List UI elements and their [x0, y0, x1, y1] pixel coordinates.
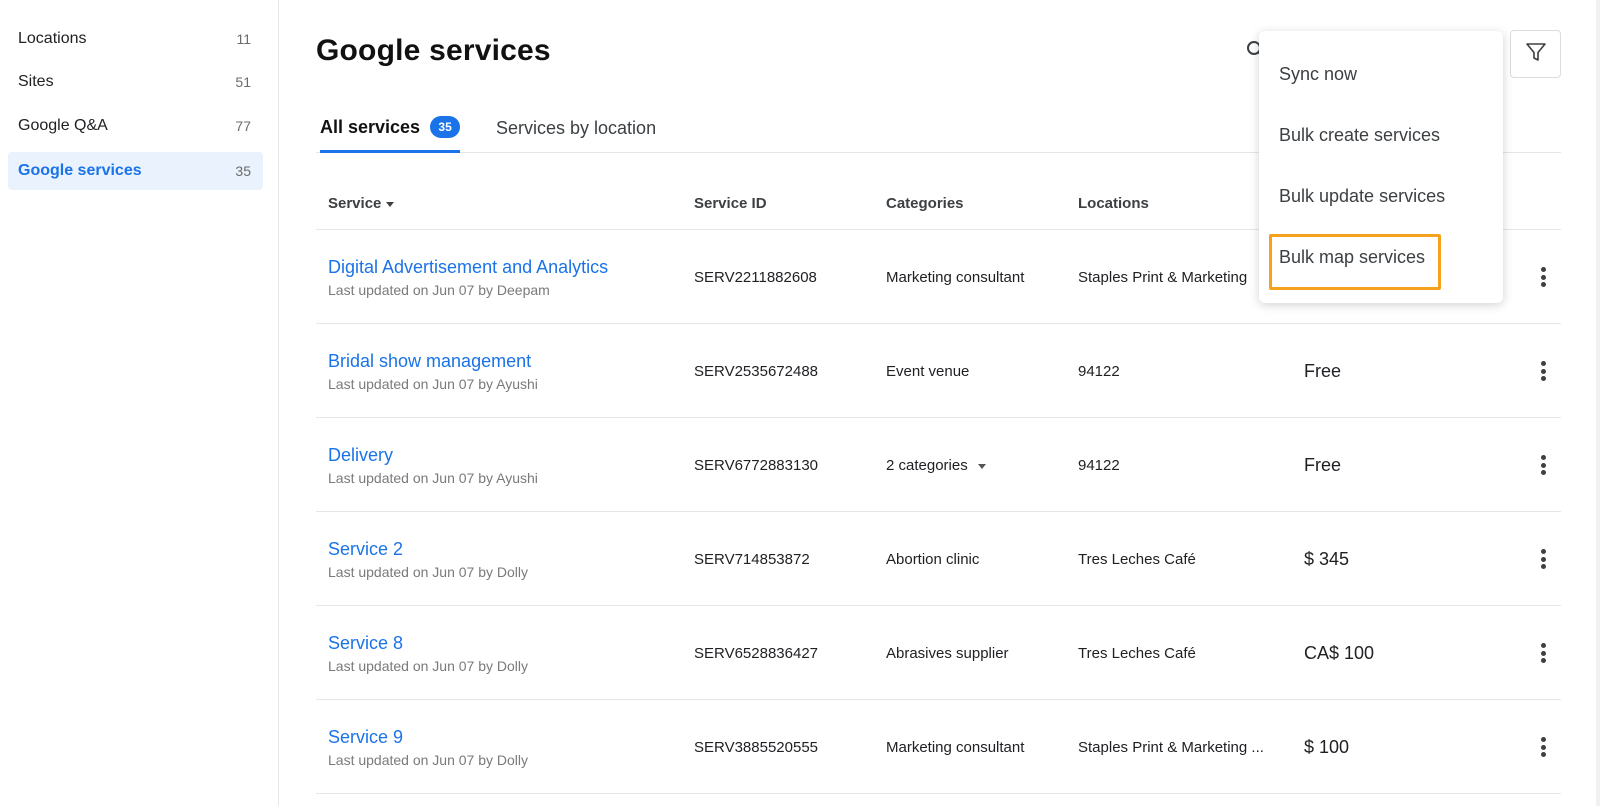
- last-updated-text: Last updated on Jun 07 by Ayushi: [328, 375, 538, 392]
- sidebar-item-locations[interactable]: Locations 11: [8, 20, 263, 58]
- filter-button[interactable]: [1510, 30, 1561, 78]
- last-updated-text: Last updated on Jun 07 by Dolly: [328, 751, 529, 768]
- menu-item-bulk-map-services[interactable]: Bulk map services: [1279, 247, 1425, 268]
- table-row: Service 2 Last updated on Jun 07 by Doll…: [316, 512, 1561, 606]
- category-cell: Abrasives supplier: [886, 644, 1009, 662]
- more-vert-icon[interactable]: [1533, 358, 1553, 384]
- service-id-cell: SERV6528836427: [694, 644, 818, 662]
- table-row: Bridal show management Last updated on J…: [316, 324, 1561, 418]
- sidebar-item-count: 35: [235, 163, 251, 179]
- tab-services-by-location[interactable]: Services by location: [496, 104, 656, 153]
- price-cell: Free: [1304, 360, 1342, 381]
- actions-menu: Sync now Bulk create services Bulk updat…: [1259, 31, 1503, 303]
- categories-dropdown[interactable]: 2 categories: [886, 418, 986, 512]
- table-row: Delivery Last updated on Jun 07 by Ayush…: [316, 418, 1561, 512]
- filter-icon: [1525, 41, 1547, 68]
- table-row: Service 9 Last updated on Jun 07 by Doll…: [316, 700, 1561, 794]
- page-title: Google services: [316, 34, 551, 67]
- price-cell: $ 345: [1304, 548, 1350, 569]
- price-cell: $ 100: [1304, 736, 1350, 757]
- tab-label: Services by location: [496, 118, 657, 138]
- price-cell: CA$ 100: [1304, 642, 1375, 663]
- column-header-service-id: Service ID: [694, 176, 767, 230]
- column-header-label: Locations: [1078, 194, 1149, 212]
- service-cell: Bridal show management Last updated on J…: [328, 324, 538, 418]
- service-cell: Service 8 Last updated on Jun 07 by Doll…: [328, 606, 528, 700]
- category-cell: Marketing consultant: [886, 268, 1025, 286]
- service-id-cell: SERV2535672488: [694, 362, 818, 380]
- service-id-cell: SERV3885520555: [694, 738, 818, 756]
- more-vert-icon[interactable]: [1533, 734, 1553, 760]
- service-cell: Service 2 Last updated on Jun 07 by Doll…: [328, 512, 528, 606]
- last-updated-text: Last updated on Jun 07 by Deepam: [328, 281, 550, 298]
- service-name-link[interactable]: Service 8: [328, 633, 528, 654]
- service-id-cell: SERV2211882608: [694, 268, 817, 286]
- category-cell: Marketing consultant: [886, 738, 1025, 756]
- service-name-link[interactable]: Bridal show management: [328, 351, 538, 372]
- sidebar-item-label: Google services: [18, 162, 142, 179]
- more-vert-icon[interactable]: [1533, 452, 1553, 478]
- price-cell: Free: [1304, 454, 1342, 475]
- service-cell: Digital Advertisement and Analytics Last…: [328, 230, 608, 324]
- column-header-label: Service ID: [694, 194, 767, 212]
- count-badge: 35: [430, 116, 461, 138]
- service-id-cell: SERV714853872: [694, 550, 810, 568]
- column-header-locations: Locations: [1078, 176, 1149, 230]
- menu-item-sync-now[interactable]: Sync now: [1279, 64, 1357, 85]
- location-cell: Staples Print & Marketing ...: [1078, 738, 1264, 756]
- sidebar-item-google-services[interactable]: Google services 35: [8, 152, 263, 190]
- location-cell: 94122: [1078, 456, 1120, 474]
- location-cell: 94122: [1078, 362, 1120, 380]
- sidebar-item-label: Google Q&A: [18, 117, 108, 134]
- location-cell: Staples Print & Marketing: [1078, 268, 1248, 286]
- column-header-categories: Categories: [886, 176, 964, 230]
- sidebar-item-count: 11: [236, 31, 251, 47]
- category-cell: Event venue: [886, 362, 970, 380]
- sidebar-item-count: 51: [235, 74, 251, 90]
- sidebar-item-label: Sites: [18, 73, 54, 90]
- chevron-down-icon: [977, 463, 986, 469]
- category-cell: Abortion clinic: [886, 550, 980, 568]
- column-header-service[interactable]: Service: [328, 176, 395, 230]
- column-header-label: Categories: [886, 194, 964, 212]
- sidebar: Locations 11 Sites 51 Google Q&A 77 Goog…: [0, 0, 279, 806]
- service-name-link[interactable]: Delivery: [328, 445, 538, 466]
- service-name-link[interactable]: Digital Advertisement and Analytics: [328, 257, 608, 278]
- last-updated-text: Last updated on Jun 07 by Dolly: [328, 657, 529, 674]
- sidebar-item-google-qa[interactable]: Google Q&A 77: [8, 107, 263, 145]
- last-updated-text: Last updated on Jun 07 by Ayushi: [328, 469, 538, 486]
- sidebar-item-label: Locations: [18, 30, 87, 47]
- sort-down-icon: [386, 201, 395, 207]
- more-vert-icon[interactable]: [1533, 264, 1553, 290]
- location-cell: Tres Leches Café: [1078, 550, 1196, 568]
- column-header-label: Service: [328, 194, 382, 212]
- categories-dropdown-label: 2 categories: [886, 456, 968, 474]
- table-row: Service 8 Last updated on Jun 07 by Doll…: [316, 606, 1561, 700]
- service-id-cell: SERV6772883130: [694, 456, 818, 474]
- more-vert-icon[interactable]: [1533, 640, 1553, 666]
- menu-item-bulk-create-services[interactable]: Bulk create services: [1279, 125, 1440, 146]
- tab-label: All services: [320, 116, 421, 137]
- location-cell: Tres Leches Café: [1078, 644, 1196, 662]
- scroll-edge: [1596, 0, 1600, 806]
- last-updated-text: Last updated on Jun 07 by Dolly: [328, 563, 529, 580]
- tab-all-services[interactable]: All services 35: [320, 104, 461, 153]
- more-vert-icon[interactable]: [1533, 546, 1553, 572]
- service-name-link[interactable]: Service 9: [328, 727, 528, 748]
- service-cell: Delivery Last updated on Jun 07 by Ayush…: [328, 418, 538, 512]
- menu-item-bulk-update-services[interactable]: Bulk update services: [1279, 186, 1445, 207]
- service-name-link[interactable]: Service 2: [328, 539, 528, 560]
- sidebar-item-sites[interactable]: Sites 51: [8, 63, 263, 101]
- sidebar-item-count: 77: [235, 118, 251, 134]
- service-cell: Service 9 Last updated on Jun 07 by Doll…: [328, 700, 528, 794]
